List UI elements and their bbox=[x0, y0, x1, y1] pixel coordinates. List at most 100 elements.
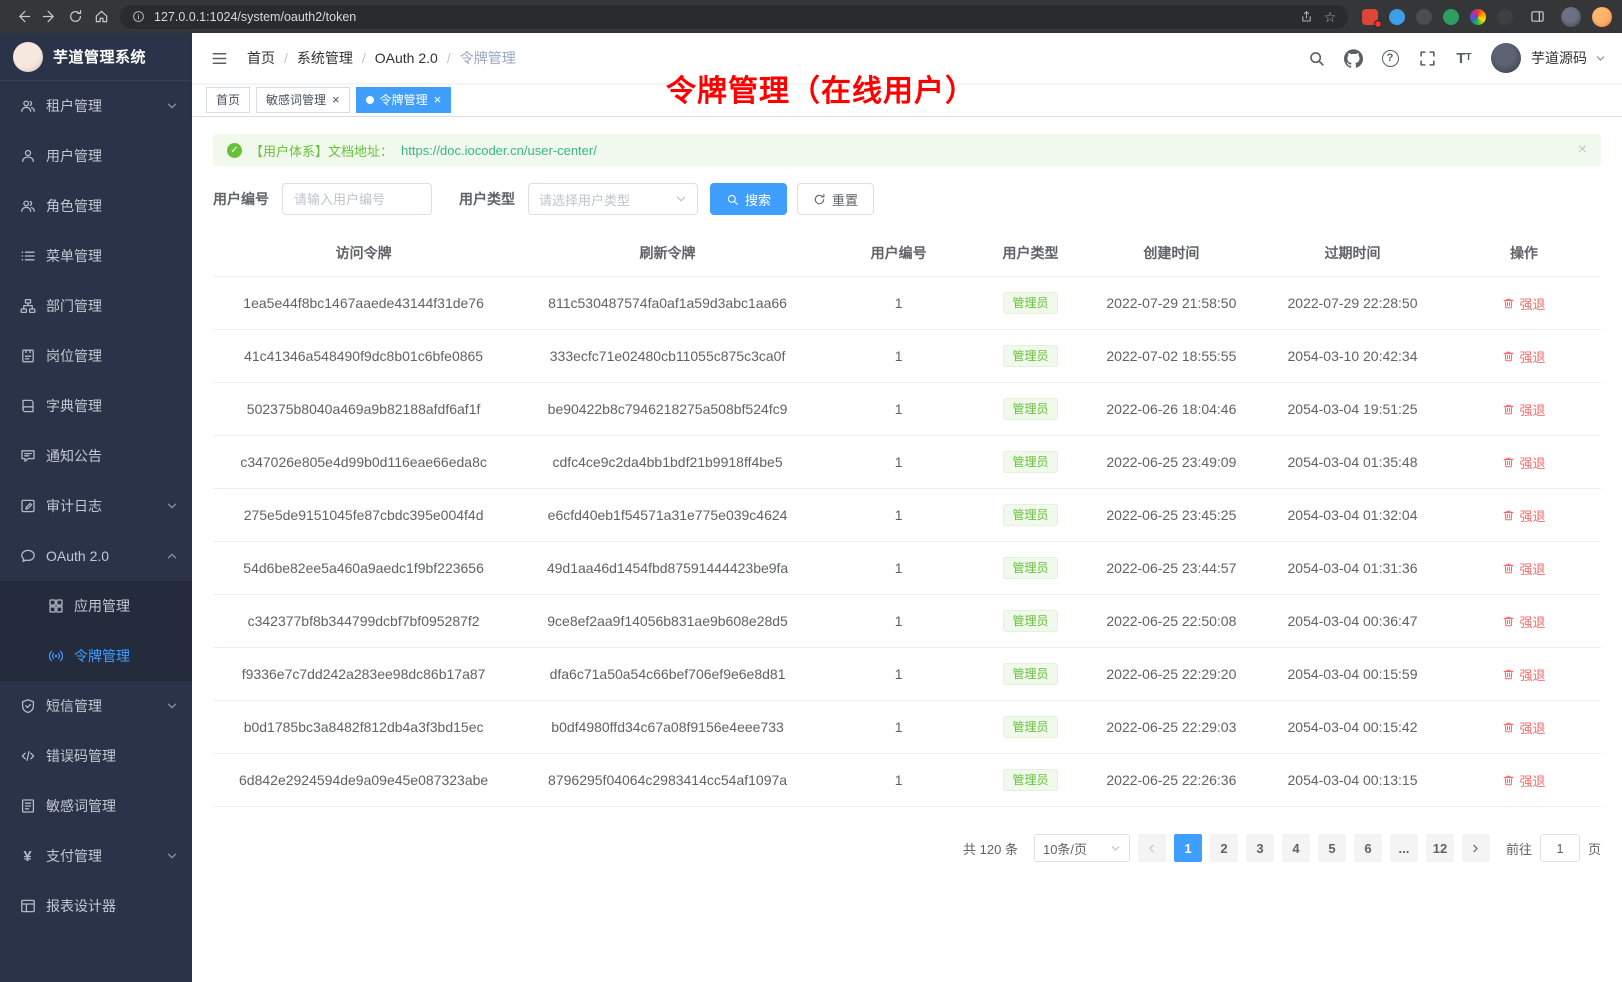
sidebar-item-tenant[interactable]: 租户管理 bbox=[0, 81, 192, 131]
tab-sensitive-words[interactable]: 敏感词管理 × bbox=[256, 87, 350, 113]
force-logout-button[interactable]: 强退 bbox=[1502, 506, 1545, 525]
extension-icon-rainbow[interactable] bbox=[1470, 9, 1486, 25]
sidebar-item-report-designer[interactable]: 报表设计器 bbox=[0, 881, 192, 931]
oauth-submenu: 应用管理 令牌管理 bbox=[0, 581, 192, 681]
fullscreen-icon[interactable] bbox=[1417, 48, 1437, 68]
home-button[interactable] bbox=[88, 4, 114, 30]
shield-check-icon bbox=[19, 698, 36, 715]
extension-icon-red[interactable] bbox=[1362, 9, 1378, 25]
force-logout-button[interactable]: 强退 bbox=[1502, 347, 1545, 366]
sidebar-item-audit-log[interactable]: 审计日志 bbox=[0, 481, 192, 531]
user-type-badge: 管理员 bbox=[1003, 504, 1057, 526]
close-icon[interactable]: × bbox=[434, 93, 442, 106]
app-logo[interactable]: 芋道管理系统 bbox=[0, 33, 192, 81]
reset-button[interactable]: 重置 bbox=[797, 183, 874, 215]
force-logout-button[interactable]: 强退 bbox=[1502, 294, 1545, 313]
sidebar-item-role[interactable]: 角色管理 bbox=[0, 181, 192, 231]
close-icon[interactable]: × bbox=[332, 93, 340, 106]
sidebar-item-post[interactable]: 岗位管理 bbox=[0, 331, 192, 381]
share-icon[interactable] bbox=[1298, 9, 1314, 25]
chevron-down-icon bbox=[166, 100, 178, 112]
sidebar-item-oauth-app[interactable]: 应用管理 bbox=[0, 581, 192, 631]
tab-token-management[interactable]: 令牌管理 × bbox=[356, 87, 452, 113]
user-id-input[interactable] bbox=[282, 183, 432, 215]
search-button[interactable]: 搜索 bbox=[710, 183, 787, 215]
sidebar-item-user[interactable]: 用户管理 bbox=[0, 131, 192, 181]
page-button-4[interactable]: 4 bbox=[1282, 834, 1310, 862]
sidebar-item-sms[interactable]: 短信管理 bbox=[0, 681, 192, 731]
sidebar-item-menu[interactable]: 菜单管理 bbox=[0, 231, 192, 281]
extension-icon-blue[interactable] bbox=[1389, 9, 1405, 25]
expire-time-cell: 2054-03-10 20:42:34 bbox=[1258, 330, 1447, 383]
tab-home[interactable]: 首页 bbox=[206, 87, 250, 113]
account-avatar[interactable] bbox=[1561, 7, 1581, 27]
forward-button[interactable] bbox=[36, 4, 62, 30]
user-icon bbox=[19, 148, 36, 165]
page-button-2[interactable]: 2 bbox=[1210, 834, 1238, 862]
force-logout-button[interactable]: 强退 bbox=[1502, 771, 1545, 790]
github-icon[interactable] bbox=[1343, 48, 1363, 68]
font-size-icon[interactable]: TT bbox=[1454, 48, 1474, 68]
sidebar-item-error-code[interactable]: 错误码管理 bbox=[0, 731, 192, 781]
page-button-5[interactable]: 5 bbox=[1318, 834, 1346, 862]
search-icon[interactable] bbox=[1306, 48, 1326, 68]
extension-icon-paw[interactable] bbox=[1497, 9, 1513, 25]
page-button-6[interactable]: 6 bbox=[1354, 834, 1382, 862]
user-avatar[interactable] bbox=[1491, 43, 1521, 73]
help-icon[interactable]: ? bbox=[1380, 48, 1400, 68]
url-text[interactable]: 127.0.0.1:1024/system/oauth2/token bbox=[154, 10, 1290, 24]
next-page-button[interactable] bbox=[1462, 834, 1490, 862]
user-type-select[interactable]: 请选择用户类型 bbox=[528, 183, 698, 215]
doc-alert: ✓ 【用户体系】文档地址： https://doc.iocoder.cn/use… bbox=[213, 134, 1601, 166]
table-row: f9336e7c7dd242a283ee98dc86b17a87 dfa6c71… bbox=[213, 648, 1601, 701]
sidebar-item-dict[interactable]: 字典管理 bbox=[0, 381, 192, 431]
reload-button[interactable] bbox=[62, 4, 88, 30]
user-id-cell: 1 bbox=[821, 383, 976, 436]
chevron-down-icon[interactable] bbox=[1595, 53, 1606, 64]
trash-icon bbox=[1502, 297, 1515, 310]
force-logout-button[interactable]: 强退 bbox=[1502, 559, 1545, 578]
extension-icon-green[interactable] bbox=[1443, 9, 1459, 25]
sidebar-item-notice[interactable]: 通知公告 bbox=[0, 431, 192, 481]
page-button-12[interactable]: 12 bbox=[1426, 834, 1454, 862]
force-logout-button[interactable]: 强退 bbox=[1502, 400, 1545, 419]
sidebar-item-sensitive-words[interactable]: 敏感词管理 bbox=[0, 781, 192, 831]
close-icon[interactable]: × bbox=[1578, 141, 1587, 159]
site-info-icon[interactable] bbox=[130, 9, 146, 25]
total-count: 共 120 条 bbox=[963, 839, 1018, 858]
search-form: 用户编号 用户类型 请选择用户类型 搜索 重置 bbox=[213, 183, 1601, 215]
breadcrumb-system[interactable]: 系统管理 bbox=[297, 48, 353, 68]
chevron-down-icon bbox=[166, 700, 178, 712]
page-ellipsis[interactable]: ... bbox=[1390, 834, 1418, 862]
refresh-token-cell: 9ce8ef2aa9f14056b831ae9b608e28d5 bbox=[514, 595, 821, 648]
sidebar-item-payment[interactable]: ¥ 支付管理 bbox=[0, 831, 192, 881]
force-logout-button[interactable]: 强退 bbox=[1502, 665, 1545, 684]
page-size-select[interactable]: 10条/页 bbox=[1034, 834, 1130, 862]
url-bar[interactable]: 127.0.0.1:1024/system/oauth2/token ☆ bbox=[120, 5, 1348, 29]
force-logout-button[interactable]: 强退 bbox=[1502, 612, 1545, 631]
user-id-cell: 1 bbox=[821, 277, 976, 330]
actions-cell: 强退 bbox=[1447, 277, 1601, 330]
page-button-1[interactable]: 1 bbox=[1174, 834, 1202, 862]
user-type-cell: 管理员 bbox=[976, 595, 1084, 648]
breadcrumb-home[interactable]: 首页 bbox=[247, 48, 275, 68]
sidebar-fold-icon[interactable] bbox=[208, 47, 230, 69]
username[interactable]: 芋道源码 bbox=[1531, 48, 1587, 68]
bookmark-star-icon[interactable]: ☆ bbox=[1322, 9, 1338, 25]
sidebar-item-oauth-token[interactable]: 令牌管理 bbox=[0, 631, 192, 681]
extension-icon-dark[interactable] bbox=[1416, 9, 1432, 25]
doc-link[interactable]: https://doc.iocoder.cn/user-center/ bbox=[401, 143, 597, 158]
back-button[interactable] bbox=[10, 4, 36, 30]
goto-page-input[interactable] bbox=[1540, 834, 1580, 862]
prev-page-button[interactable] bbox=[1138, 834, 1166, 862]
page-button-3[interactable]: 3 bbox=[1246, 834, 1274, 862]
sidebar-item-dept[interactable]: 部门管理 bbox=[0, 281, 192, 331]
refresh-token-cell: cdfc4ce9c2da4bb1bdf21b9918ff4be5 bbox=[514, 436, 821, 489]
force-logout-button[interactable]: 强退 bbox=[1502, 453, 1545, 472]
breadcrumb-oauth[interactable]: OAuth 2.0 bbox=[375, 50, 438, 66]
browser-profile-avatar[interactable] bbox=[1592, 7, 1612, 27]
actions-cell: 强退 bbox=[1447, 489, 1601, 542]
force-logout-button[interactable]: 强退 bbox=[1502, 718, 1545, 737]
sidebar-item-oauth[interactable]: OAuth 2.0 bbox=[0, 531, 192, 581]
side-panel-icon[interactable] bbox=[1524, 4, 1550, 30]
